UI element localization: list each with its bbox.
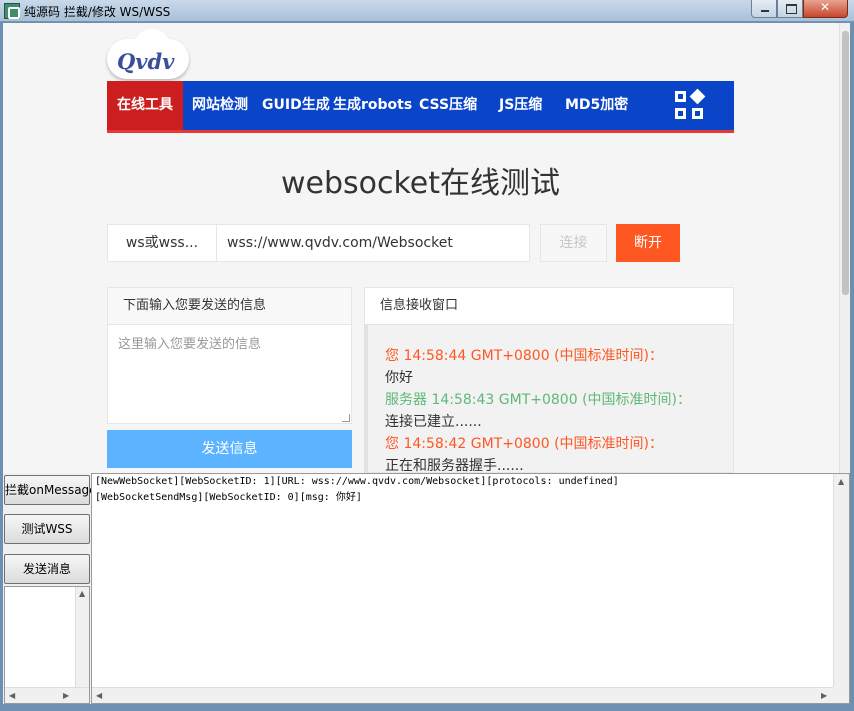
control-panel: 拦截onMessage 测试WSS 发送消息 ▲ ◀ ▶ xyxy=(3,473,97,704)
maximize-button[interactable] xyxy=(777,0,803,18)
nav-item-md5[interactable]: MD5加密 xyxy=(565,81,628,130)
grid-icon[interactable] xyxy=(675,88,706,121)
log-hscrollbar[interactable]: ◀ ▶ xyxy=(92,687,833,703)
message-body: 正在和服务器握手...... xyxy=(385,458,524,473)
disconnect-button[interactable]: 断开 xyxy=(616,224,680,262)
receive-window: 您 14:58:44 GMT+0800 (中国标准时间)： 你好 服务器 14:… xyxy=(364,324,734,473)
page-title: websocket在线测试 xyxy=(280,166,561,201)
nav-item-site-check[interactable]: 网站检测 xyxy=(192,81,248,130)
resize-grip-icon[interactable] xyxy=(342,414,350,422)
send-message-button[interactable]: 发送信息 xyxy=(107,430,352,468)
send-panel-title: 下面输入您要发送的信息 xyxy=(107,287,352,325)
scroll-corner xyxy=(833,687,849,703)
nav-item-css[interactable]: CSS压缩 xyxy=(419,81,477,130)
nav-item-guid[interactable]: GUID生成 xyxy=(262,81,330,130)
send-message-input[interactable]: 这里输入您要发送的信息 xyxy=(107,324,352,424)
log-line: [WebSocketSendMsg][WebSocketID: 0][msg: … xyxy=(95,492,362,503)
message-sender-line: 您 14:58:44 GMT+0800 (中国标准时间)： xyxy=(385,348,663,364)
scroll-right-arrow-icon[interactable]: ▶ xyxy=(63,691,69,700)
url-input[interactable]: wss://www.qvdv.com/Websocket xyxy=(216,224,530,262)
log-output[interactable]: [NewWebSocket][WebSocketID: 1][URL: wss:… xyxy=(91,473,850,704)
protocol-select[interactable]: ws或wss... xyxy=(107,224,217,262)
scroll-right-arrow-icon[interactable]: ▶ xyxy=(821,691,827,700)
logo-text: Qvdv xyxy=(117,49,175,74)
test-wss-button[interactable]: 测试WSS xyxy=(4,514,90,544)
side-list[interactable]: ▲ ◀ ▶ xyxy=(4,586,90,704)
message-body: 连接已建立...... xyxy=(385,414,482,430)
browser-view: Qvdv 在线工具 网站检测 GUID生成 生成robots CSS压缩 JS压… xyxy=(3,23,850,473)
message-body: 你好 xyxy=(385,370,413,386)
message-sender-line: 您 14:58:42 GMT+0800 (中国标准时间)： xyxy=(385,436,663,452)
scrollbar-thumb[interactable] xyxy=(842,31,849,295)
title-bar: 纯源码 拦截/修改 WS/WSS xyxy=(0,0,854,22)
log-line: [NewWebSocket][WebSocketID: 1][URL: wss:… xyxy=(95,476,619,487)
message-sender-line: 服务器 14:58:43 GMT+0800 (中国标准时间)： xyxy=(385,392,691,408)
window-bottom-border xyxy=(0,704,854,711)
send-placeholder: 这里输入您要发送的信息 xyxy=(118,337,262,352)
scroll-left-arrow-icon[interactable]: ◀ xyxy=(9,691,15,700)
app-icon xyxy=(4,3,20,19)
close-button[interactable] xyxy=(803,0,848,18)
window-title: 纯源码 拦截/修改 WS/WSS xyxy=(24,5,171,19)
side-list-hscrollbar[interactable]: ◀ ▶ xyxy=(5,687,89,703)
scroll-left-arrow-icon[interactable]: ◀ xyxy=(96,691,102,700)
side-list-scrollbar[interactable]: ▲ xyxy=(75,587,89,687)
receive-panel-title: 信息接收窗口 xyxy=(364,287,734,325)
log-scrollbar[interactable]: ▲ xyxy=(833,474,849,687)
scroll-up-arrow-icon[interactable]: ▲ xyxy=(79,589,85,598)
minimize-button[interactable] xyxy=(751,0,777,18)
intercept-onmessage-button[interactable]: 拦截onMessage xyxy=(4,475,97,505)
main-nav: 在线工具 网站检测 GUID生成 生成robots CSS压缩 JS压缩 MD5… xyxy=(107,81,734,133)
nav-item-online-tools[interactable]: 在线工具 xyxy=(107,81,183,130)
nav-item-robots[interactable]: 生成robots xyxy=(333,81,412,130)
connect-button[interactable]: 连接 xyxy=(540,224,607,262)
scroll-up-arrow-icon[interactable]: ▲ xyxy=(838,477,844,486)
send-msg-button[interactable]: 发送消息 xyxy=(4,554,90,584)
browser-scrollbar[interactable] xyxy=(839,23,850,473)
site-logo[interactable]: Qvdv xyxy=(107,29,189,79)
nav-item-js[interactable]: JS压缩 xyxy=(499,81,542,130)
